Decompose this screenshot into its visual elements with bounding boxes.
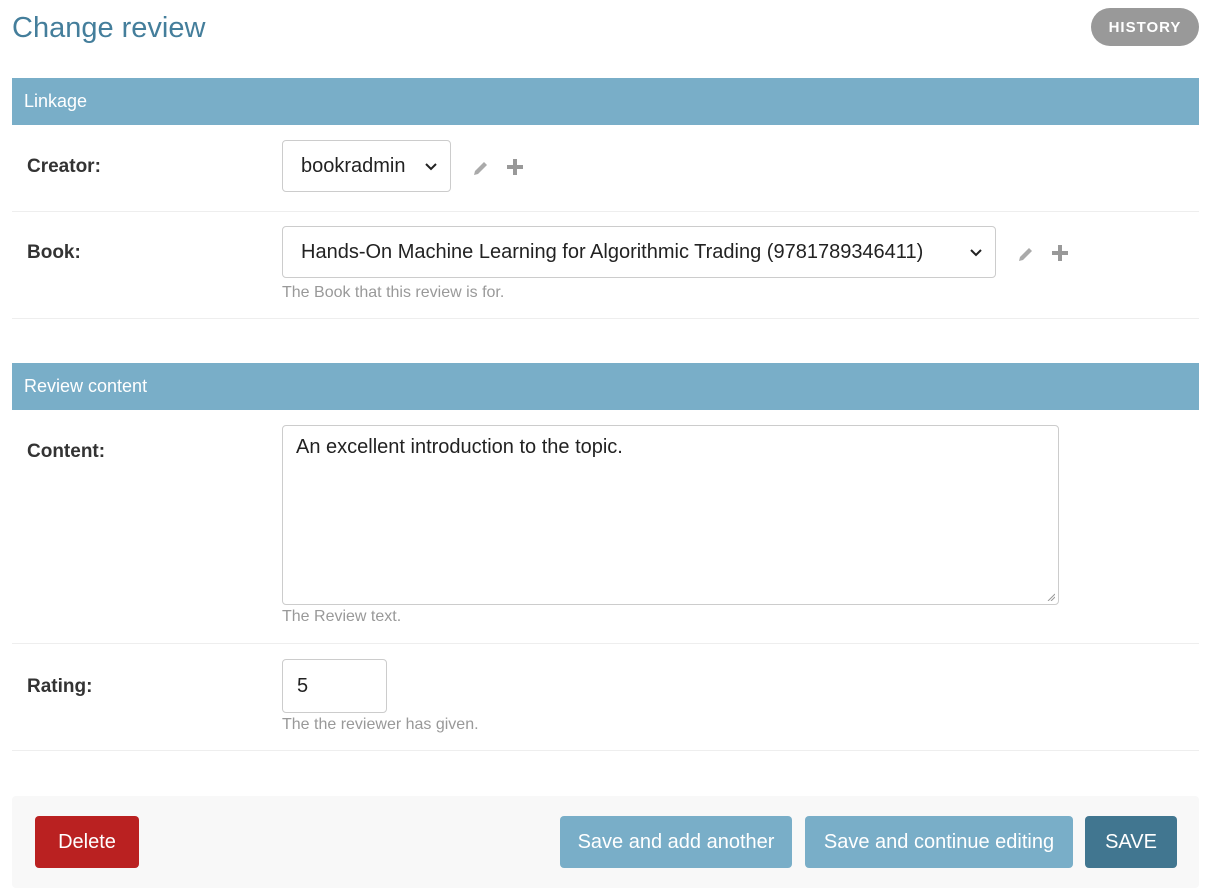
- book-label: Book:: [27, 242, 81, 263]
- creator-label: Creator:: [27, 156, 101, 177]
- plus-icon[interactable]: [505, 157, 525, 177]
- rating-label: Rating:: [27, 676, 93, 697]
- history-button[interactable]: HISTORY: [1091, 8, 1199, 46]
- plus-icon[interactable]: [1050, 243, 1070, 263]
- rating-input[interactable]: 5: [282, 659, 387, 713]
- book-select-value: Hands-On Machine Learning for Algorithmi…: [301, 240, 924, 263]
- creator-select-value: bookradmin: [301, 154, 406, 177]
- row-divider: [12, 643, 1199, 644]
- resize-grip-icon[interactable]: [1047, 593, 1055, 601]
- row-divider: [12, 318, 1199, 319]
- chevron-down-icon: [425, 163, 437, 171]
- creator-select[interactable]: bookradmin: [282, 140, 451, 192]
- page-title: Change review: [12, 12, 206, 44]
- content-text: An excellent introduction to the topic.: [296, 436, 623, 458]
- row-divider: [12, 750, 1199, 751]
- content-textarea[interactable]: An excellent introduction to the topic.: [282, 425, 1059, 605]
- chevron-down-icon: [970, 249, 982, 257]
- book-select[interactable]: Hands-On Machine Learning for Algorithmi…: [282, 226, 996, 278]
- rating-value: 5: [297, 674, 309, 697]
- book-help-text: The Book that this review is for.: [282, 284, 505, 301]
- pencil-icon[interactable]: [471, 158, 491, 178]
- save-button[interactable]: SAVE: [1085, 816, 1177, 868]
- row-divider: [12, 211, 1199, 212]
- content-label: Content:: [27, 441, 106, 462]
- save-and-add-another-button[interactable]: Save and add another: [560, 816, 792, 868]
- pencil-icon[interactable]: [1016, 244, 1036, 264]
- delete-button[interactable]: Delete: [35, 816, 139, 868]
- fieldset-header-linkage: Linkage: [12, 78, 1199, 125]
- content-help-text: The Review text.: [282, 608, 402, 625]
- save-and-continue-button[interactable]: Save and continue editing: [805, 816, 1073, 868]
- fieldset-header-review-content: Review content: [12, 363, 1199, 410]
- rating-help-text: The the reviewer has given.: [282, 716, 479, 733]
